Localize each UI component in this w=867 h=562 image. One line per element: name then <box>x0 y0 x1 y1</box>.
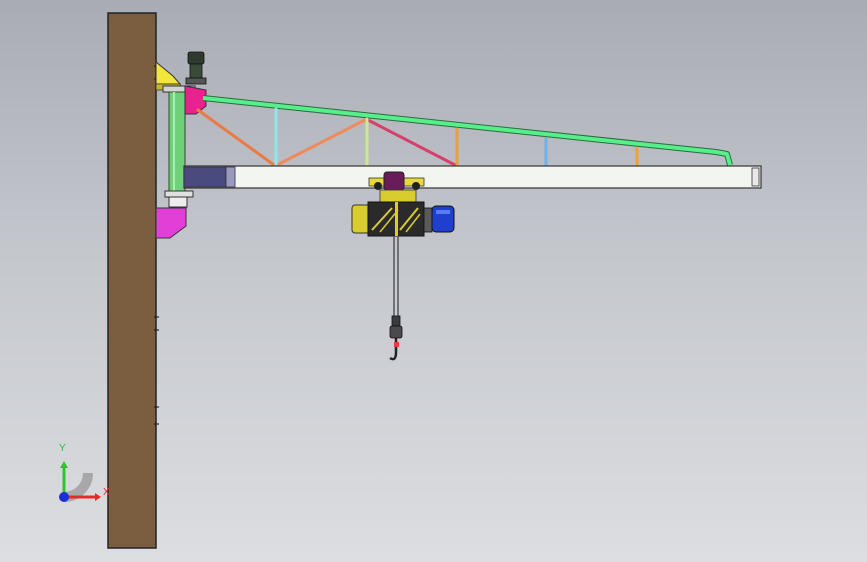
tie-rod-fill <box>202 96 732 166</box>
boom-root-section <box>183 166 227 188</box>
electric-hoist[interactable] <box>351 201 455 237</box>
triad-y-label: Y <box>59 443 66 454</box>
graphics-viewport[interactable]: X Y <box>0 0 867 562</box>
triad-x-label: X <box>103 487 110 498</box>
lower-bracket[interactable] <box>155 207 187 239</box>
wall-column[interactable] <box>107 12 157 549</box>
slewing-motor[interactable] <box>185 51 207 85</box>
mast-bottom-flange <box>164 190 194 198</box>
coordinate-triad <box>59 461 101 502</box>
crane-model-view[interactable] <box>0 0 867 562</box>
hoist-rope-and-hook[interactable] <box>389 236 403 361</box>
mast-bottom-collar <box>168 196 188 208</box>
boom-end-stop[interactable] <box>751 167 760 187</box>
main-boom[interactable] <box>183 165 762 189</box>
mast-pipe[interactable] <box>168 91 186 195</box>
upper-bracket[interactable] <box>155 60 182 85</box>
boom-root-plate <box>225 166 236 188</box>
